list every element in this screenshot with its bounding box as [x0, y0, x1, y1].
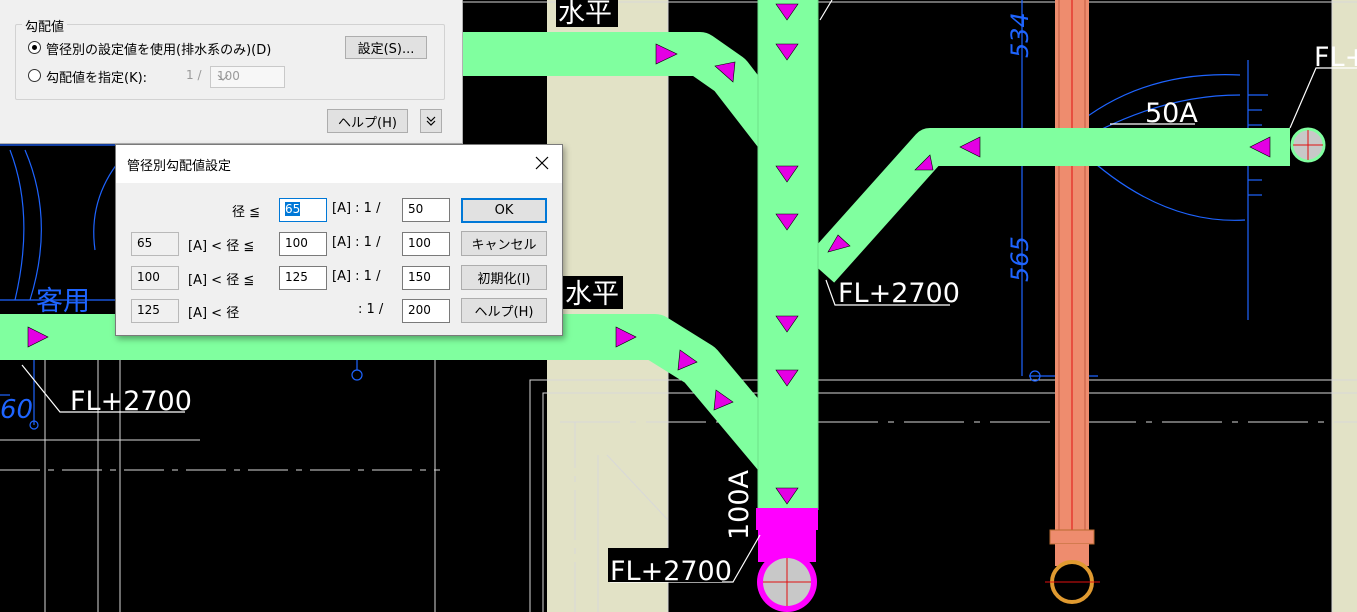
- cancel-button[interactable]: キャンセル: [461, 231, 547, 256]
- label-fl-topright: FL+: [1314, 42, 1357, 73]
- row4-ratio-label: : 1 /: [358, 302, 384, 317]
- row2-upper-input[interactable]: 100: [279, 232, 327, 256]
- label-fl-left: FL+2700: [70, 386, 192, 417]
- label-dim-534: 534: [1006, 12, 1034, 58]
- ratio-combo[interactable]: 100: [210, 66, 285, 88]
- radio-specify-slope[interactable]: [28, 69, 41, 82]
- dialog-titlebar[interactable]: 管径別勾配値設定: [116, 145, 562, 183]
- dialog-title: 管径別勾配値設定: [127, 159, 232, 174]
- row2-ratio-input[interactable]: 100: [402, 232, 450, 256]
- row2-lower-op: [A] < 径 ≦: [188, 239, 255, 254]
- row1-ratio-label: [A] : 1 /: [332, 201, 381, 216]
- double-chevron-down-icon: [426, 116, 436, 126]
- diameter-slope-dialog: 管径別勾配値設定 径 ≦ 65 [A] : 1 / 50 65 [A] < 径 …: [115, 144, 563, 336]
- row4-lower-op: [A] < 径: [188, 306, 240, 321]
- radio-specify-slope-label[interactable]: 勾配値を指定(K):: [46, 67, 147, 86]
- reset-button[interactable]: 初期化(I): [461, 265, 547, 290]
- label-suihei-mid: 水平: [565, 279, 619, 310]
- slope-group-title: 勾配値: [22, 16, 68, 35]
- label-room-kyaku: 客用: [36, 286, 90, 317]
- slope-settings-panel: 勾配値 管径別の設定値を使用(排水系のみ)(D) 設定(S)... 勾配値を指定…: [0, 0, 463, 144]
- row3-lower-op: [A] < 径 ≦: [188, 273, 255, 288]
- panel-help-button[interactable]: ヘルプ(H): [327, 109, 408, 133]
- close-button[interactable]: [528, 151, 556, 175]
- row4-ratio-input[interactable]: 200: [402, 299, 450, 323]
- radio-use-diameter-label[interactable]: 管径別の設定値を使用(排水系のみ)(D): [46, 39, 271, 58]
- row1-diameter-label: 径 ≦: [232, 205, 261, 220]
- row3-upper-input[interactable]: 125: [279, 266, 327, 290]
- expand-button[interactable]: [420, 109, 442, 133]
- close-icon: [535, 156, 549, 170]
- row2-ratio-label: [A] : 1 /: [332, 235, 381, 250]
- settings-button[interactable]: 設定(S)...: [345, 36, 427, 59]
- row3-ratio-input[interactable]: 150: [402, 266, 450, 290]
- label-fl-bottom: FL+2700: [610, 556, 732, 587]
- label-pipe-50a: 50A: [1145, 98, 1198, 129]
- row4-lower-input: 125: [131, 299, 179, 323]
- top-right-fitting: [1290, 127, 1326, 163]
- radio-use-diameter[interactable]: [28, 41, 41, 54]
- chevron-down-icon: [217, 67, 280, 90]
- label-fl-right: FL+2700: [838, 278, 960, 309]
- label-dim-565: 565: [1006, 236, 1034, 282]
- label-pipe-100a: 100A: [724, 469, 755, 540]
- row3-lower-input: 100: [131, 266, 179, 290]
- row2-lower-input: 65: [131, 232, 179, 256]
- row1-upper-input[interactable]: 65: [279, 198, 327, 222]
- row3-ratio-label: [A] : 1 /: [332, 269, 381, 284]
- row1-ratio-input[interactable]: 50: [402, 198, 450, 222]
- label-suihei-top: 水平: [558, 0, 612, 29]
- dialog-help-button[interactable]: ヘルプ(H): [461, 298, 547, 323]
- ok-button[interactable]: OK: [461, 198, 547, 223]
- bottom-trap-fitting: [756, 508, 818, 612]
- ratio-prefix: 1 /: [186, 68, 202, 82]
- label-dim-60: 60: [0, 395, 33, 425]
